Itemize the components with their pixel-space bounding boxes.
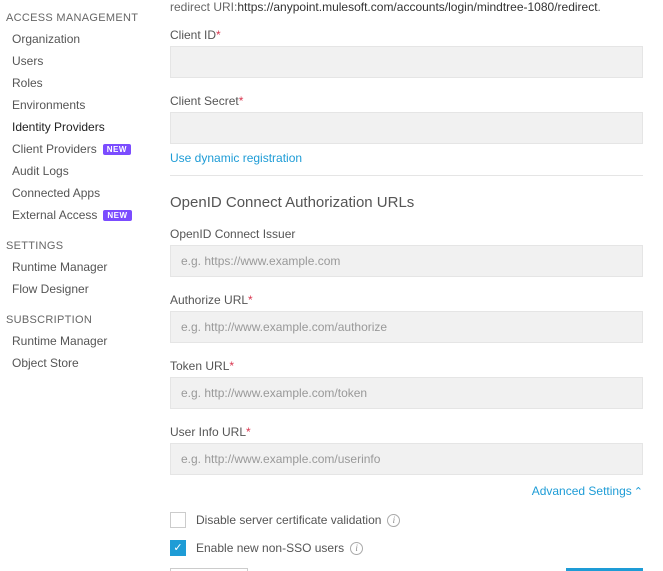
advanced-settings-toggle[interactable]: Advanced Settings⌃ — [532, 484, 643, 498]
token-url-label: Token URL* — [170, 359, 643, 373]
sidebar-item-users[interactable]: Users — [6, 50, 140, 72]
sidebar: ACCESS MANAGEMENT Organization Users Rol… — [0, 0, 140, 571]
redirect-uri-text: redirect URI:https://anypoint.mulesoft.c… — [170, 0, 643, 14]
sidebar-item-object-store[interactable]: Object Store — [6, 352, 140, 374]
client-secret-input[interactable] — [170, 112, 643, 144]
sidebar-item-label: External Access — [12, 208, 97, 222]
sidebar-item-external-access[interactable]: External Access NEW — [6, 204, 140, 226]
dynamic-registration-link[interactable]: Use dynamic registration — [170, 151, 302, 165]
redirect-prefix: redirect URI: — [170, 0, 237, 14]
userinfo-url-input[interactable] — [170, 443, 643, 475]
sidebar-item-label: Client Providers — [12, 142, 97, 156]
section-heading-auth-urls: OpenID Connect Authorization URLs — [170, 194, 643, 211]
sidebar-item-runtime-manager-sub[interactable]: Runtime Manager — [6, 330, 140, 352]
section-title-access: ACCESS MANAGEMENT — [6, 12, 140, 24]
main-content: redirect URI:https://anypoint.mulesoft.c… — [140, 0, 663, 571]
enable-sso-checkbox[interactable] — [170, 540, 186, 556]
client-id-input[interactable] — [170, 46, 643, 78]
redirect-uri-value: https://anypoint.mulesoft.com/accounts/l… — [237, 0, 597, 14]
token-url-input[interactable] — [170, 377, 643, 409]
badge-new: NEW — [103, 144, 131, 155]
sidebar-item-roles[interactable]: Roles — [6, 72, 140, 94]
badge-new: NEW — [103, 210, 131, 221]
disable-cert-label: Disable server certificate validation — [196, 513, 381, 527]
sidebar-item-flow-designer[interactable]: Flow Designer — [6, 278, 140, 300]
issuer-label: OpenID Connect Issuer — [170, 227, 643, 241]
redirect-suffix: . — [598, 0, 601, 14]
chevron-up-icon: ⌃ — [634, 485, 643, 498]
enable-sso-label: Enable new non-SSO users — [196, 541, 344, 555]
info-icon[interactable]: i — [387, 514, 400, 527]
client-id-label: Client ID* — [170, 28, 643, 42]
info-icon[interactable]: i — [350, 542, 363, 555]
issuer-input[interactable] — [170, 245, 643, 277]
sidebar-item-runtime-manager-settings[interactable]: Runtime Manager — [6, 256, 140, 278]
section-title-subscription: SUBSCRIPTION — [6, 314, 140, 326]
userinfo-url-label: User Info URL* — [170, 425, 643, 439]
sidebar-item-connected-apps[interactable]: Connected Apps — [6, 182, 140, 204]
divider — [170, 175, 643, 176]
section-title-settings: SETTINGS — [6, 240, 140, 252]
sidebar-item-organization[interactable]: Organization — [6, 28, 140, 50]
client-secret-label: Client Secret* — [170, 94, 643, 108]
sidebar-item-environments[interactable]: Environments — [6, 94, 140, 116]
authorize-url-label: Authorize URL* — [170, 293, 643, 307]
sidebar-item-identity-providers[interactable]: Identity Providers — [6, 116, 140, 138]
authorize-url-input[interactable] — [170, 311, 643, 343]
disable-cert-checkbox[interactable] — [170, 512, 186, 528]
sidebar-item-audit-logs[interactable]: Audit Logs — [6, 160, 140, 182]
sidebar-item-client-providers[interactable]: Client Providers NEW — [6, 138, 140, 160]
